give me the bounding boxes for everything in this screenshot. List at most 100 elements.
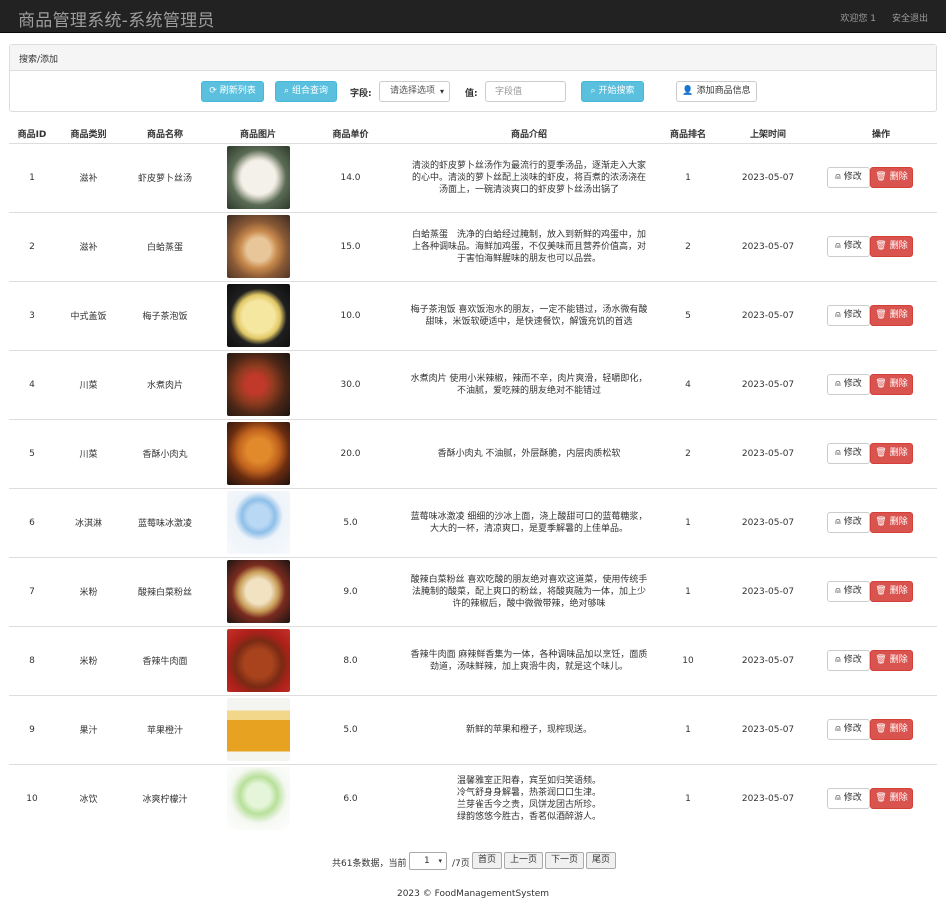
cell-image <box>208 763 308 833</box>
product-description: 酸辣白菜粉丝 喜欢吃酸的朋友绝对喜欢这道菜，使用传统手法腌制的酸菜，配上爽口的粉… <box>410 574 648 609</box>
prev-page-button[interactable]: 上一页 <box>504 852 544 869</box>
cell-actions: ⍝ 修改 🗑 删除 <box>825 418 937 488</box>
cell-category: 川菜 <box>55 349 122 419</box>
value-input[interactable] <box>485 81 566 102</box>
user-icon: ⍝ <box>835 378 841 389</box>
cell-category: 冰饮 <box>55 763 122 833</box>
delete-button[interactable]: 🗑 删除 <box>870 718 913 740</box>
edit-button[interactable]: ⍝ 修改 <box>827 649 870 671</box>
delete-button[interactable]: 🗑 删除 <box>870 166 913 188</box>
logout-link[interactable]: 安全退出 <box>892 14 928 24</box>
cell-desc: 香酥小肉丸 不油腻，外层酥脆，内层肉质松软 <box>393 418 665 488</box>
edit-button[interactable]: ⍝ 修改 <box>827 718 870 740</box>
field-label: 字段: <box>350 89 372 99</box>
user-icon: ⍝ <box>835 171 841 182</box>
footer-copyright: 2023 © FoodManagementSystem <box>396 889 550 899</box>
cell-price: 14.0 <box>340 172 361 183</box>
cell-price: 15.0 <box>308 211 393 281</box>
edit-label: 修改 <box>843 309 862 320</box>
add-user-icon: 👤 <box>682 86 694 96</box>
cell-name: 冰爽柠檬汁 <box>122 763 208 833</box>
table-row: 6 冰淇淋 蓝莓味冰激凌 5.0 蓝莓味冰激凌 细细的沙冰上面，浇上酸甜可口的蓝莓糖浆，… <box>9 487 937 557</box>
cell-rank: 2 <box>665 418 711 488</box>
first-page-button[interactable]: 首页 <box>472 852 503 869</box>
cell-price: 6.0 <box>308 763 393 833</box>
edit-button[interactable]: ⍝ 修改 <box>827 235 870 257</box>
field-select[interactable]: 请选择选项 ▾ <box>379 81 450 102</box>
cell-actions: ⍝ 修改 🗑 删除 <box>825 211 937 281</box>
product-description: 香辣牛肉面 麻辣鲜香集为一体，各种调味品加以烹饪，面质劲道，汤味鲜辣，加上爽滑牛… <box>410 649 648 672</box>
cell-rank: 2 <box>665 211 711 281</box>
product-image <box>226 353 290 416</box>
product-image <box>226 491 290 554</box>
cell-desc: 香辣牛肉面 麻辣鲜香集为一体，各种调味品加以烹饪，面质劲道，汤味鲜辣，加上爽滑牛… <box>393 625 665 695</box>
edit-button[interactable]: ⍝ 修改 <box>827 166 870 188</box>
cell-id: 5 <box>9 418 55 488</box>
delete-button[interactable]: 🗑 删除 <box>870 511 913 533</box>
delete-button[interactable]: 🗑 删除 <box>870 304 913 326</box>
cell-category: 冰淇淋 <box>55 487 122 557</box>
cell-id: 6 <box>9 487 55 557</box>
table-row: 2 滋补 白蛤蒸蛋 15.0 白蛤蒸蛋 洗净的白蛤经过腌制，放入到新鲜的鸡蛋中，加上各种… <box>9 211 937 281</box>
product-description: 香酥小肉丸 不油腻，外层酥脆，内层肉质松软 <box>437 448 621 459</box>
cell-name: 蓝莓味冰激凌 <box>122 487 208 557</box>
refresh-button[interactable]: ⟳ 刷新列表 <box>201 81 264 102</box>
last-page-button[interactable]: 尾页 <box>586 852 617 869</box>
refresh-icon: ⟳ <box>209 86 217 96</box>
table-row: 9 果汁 苹果橙汁 5.0 新鲜的苹果和橙子，现榨现送。 1 2023-05-07 ⍝ 修改 🗑 删… <box>9 694 937 764</box>
cell-rank: 5 <box>665 280 711 350</box>
next-page-button[interactable]: 下一页 <box>545 852 585 869</box>
delete-button[interactable]: 🗑 删除 <box>870 580 913 602</box>
add-product-button[interactable]: 👤 添加商品信息 <box>676 81 757 102</box>
user-icon: ⍝ <box>835 723 841 734</box>
combo-query-button[interactable]: ⌕ 组合查询 <box>275 81 337 102</box>
trash-icon: 🗑 <box>875 447 887 458</box>
cell-date: 2023-05-07 <box>711 625 825 695</box>
cell-price: 9.0 <box>308 556 393 626</box>
cell-date: 2023-05-07 <box>711 694 825 764</box>
chevron-down-icon: ▾ <box>438 857 442 865</box>
delete-button[interactable]: 🗑 删除 <box>870 649 913 671</box>
delete-button[interactable]: 🗑 删除 <box>870 442 913 464</box>
edit-button[interactable]: ⍝ 修改 <box>827 442 870 464</box>
cell-desc: 新鲜的苹果和橙子，现榨现送。 <box>393 694 665 764</box>
edit-button[interactable]: ⍝ 修改 <box>827 511 870 533</box>
user-icon: ⍝ <box>835 447 841 458</box>
table-row: 4 川菜 水煮肉片 30.0 水煮肉片 使用小米辣椒，辣而不辛，肉片爽滑，轻嚼即化，不油… <box>9 349 937 419</box>
edit-button[interactable]: ⍝ 修改 <box>827 580 870 602</box>
page-select[interactable]: 1 ▾ <box>409 852 447 870</box>
delete-button[interactable]: 🗑 删除 <box>870 787 913 809</box>
cell-id: 7 <box>9 556 55 626</box>
cell-rank: 1 <box>665 556 711 626</box>
start-search-button[interactable]: ⌕ 开始搜索 <box>581 81 644 102</box>
user-menu: 欢迎您 1 安全退出 <box>824 11 928 24</box>
delete-button[interactable]: 🗑 删除 <box>870 235 913 257</box>
col-header-id: 商品ID <box>9 124 55 144</box>
edit-button[interactable]: ⍝ 修改 <box>827 787 870 809</box>
col-header-price: 商品单价 <box>308 124 393 144</box>
cell-rank: 4 <box>665 349 711 419</box>
top-navbar: 商品管理系统-系统管理员 欢迎您 1 安全退出 <box>0 0 946 33</box>
cell-price: 10.0 <box>308 280 393 350</box>
cell-name: 水煮肉片 <box>122 349 208 419</box>
product-table: 商品ID 商品类别 商品名称 商品图片 商品单价 商品介绍 商品排名 上架时间 … <box>9 124 937 833</box>
cell-name: 白蛤蒸蛋 <box>122 211 208 281</box>
edit-label: 修改 <box>843 171 862 182</box>
cell-desc: 酸辣白菜粉丝 喜欢吃酸的朋友绝对喜欢这道菜，使用传统手法腌制的酸菜，配上爽口的粉… <box>393 556 665 626</box>
col-header-desc: 商品介绍 <box>393 124 665 144</box>
cell-image <box>208 280 308 350</box>
user-icon: ⍝ <box>835 516 841 527</box>
delete-button[interactable]: 🗑 删除 <box>870 373 913 395</box>
product-description: 水煮肉片 使用小米辣椒，辣而不辛，肉片爽滑，轻嚼即化，不油腻，爱吃辣的朋友绝对不… <box>410 373 648 396</box>
edit-label: 修改 <box>843 585 862 596</box>
cell-actions: ⍝ 修改 🗑 删除 <box>825 349 937 419</box>
cell-id: 4 <box>9 349 55 419</box>
delete-label: 删除 <box>889 240 908 251</box>
product-description: 白蛤蒸蛋 洗净的白蛤经过腌制，放入到新鲜的鸡蛋中，加上各种调味品。海鲜加鸡蛋，不… <box>411 229 646 264</box>
welcome-text: 欢迎您 1 <box>840 14 876 24</box>
cell-actions: ⍝ 修改 🗑 删除 <box>825 625 937 695</box>
edit-button[interactable]: ⍝ 修改 <box>827 304 870 326</box>
edit-button[interactable]: ⍝ 修改 <box>827 373 870 395</box>
cell-image <box>208 418 308 488</box>
cell-date: 2023-05-07 <box>711 556 825 626</box>
